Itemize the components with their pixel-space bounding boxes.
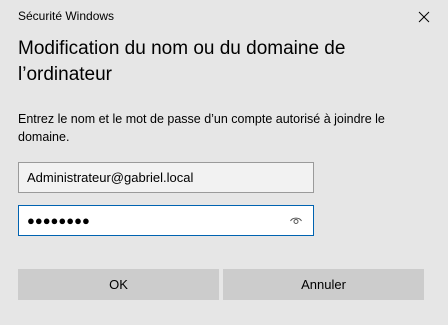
- close-button[interactable]: [410, 6, 438, 28]
- ok-button[interactable]: OK: [18, 269, 219, 300]
- dialog-instructions: Entrez le nom et le mot de passe d’un co…: [18, 112, 385, 144]
- dialog-heading: Modification du nom ou du domaine de l’o…: [18, 38, 346, 85]
- window-title: Sécurité Windows: [18, 9, 115, 23]
- cancel-button[interactable]: Annuler: [223, 269, 424, 300]
- reveal-password-button[interactable]: [287, 212, 305, 230]
- close-icon: [418, 11, 430, 23]
- password-value: ●●●●●●●●: [27, 213, 90, 228]
- username-value: Administrateur@gabriel.local: [27, 170, 194, 185]
- password-field[interactable]: ●●●●●●●●: [18, 205, 314, 236]
- username-field[interactable]: Administrateur@gabriel.local: [18, 162, 314, 193]
- eye-icon: [290, 217, 302, 224]
